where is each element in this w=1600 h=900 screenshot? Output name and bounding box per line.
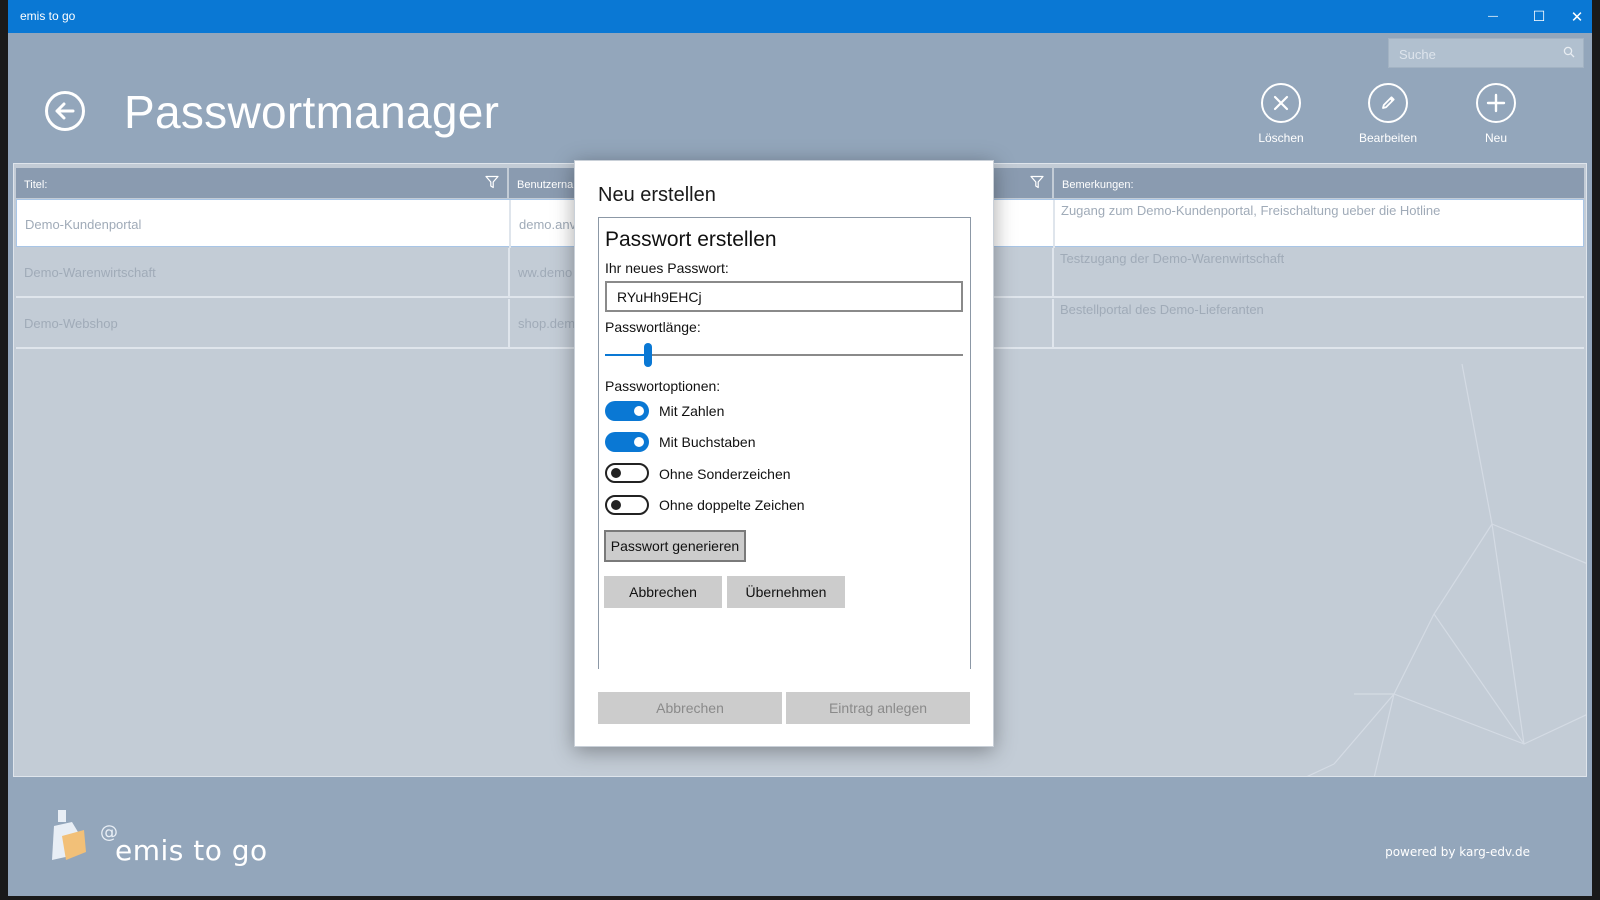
- pencil-icon: [1368, 83, 1408, 123]
- brand-name: emis to go: [115, 834, 268, 867]
- header: Passwortmanager Löschen Bearbeiten Neu: [8, 33, 1592, 163]
- column-header-remarks-label: Bemerkungen:: [1062, 179, 1134, 191]
- powered-by-text: powered by karg-edv.de: [1385, 845, 1530, 859]
- cell-title: Demo-Webshop: [16, 299, 510, 347]
- inner-cancel-button[interactable]: Abbrechen: [604, 576, 722, 608]
- column-header-username-label: Benutzerna: [517, 179, 574, 191]
- password-field[interactable]: [605, 281, 963, 312]
- background-decoration: [1306, 364, 1586, 776]
- slider-fill: [605, 354, 648, 356]
- password-input[interactable]: [607, 283, 961, 310]
- cell-remarks: Zugang zum Demo-Kundenportal, Freischalt…: [1061, 203, 1441, 218]
- toggle-label: Ohne doppelte Zeichen: [659, 497, 805, 513]
- toggle-label: Mit Zahlen: [659, 403, 725, 419]
- toggle-label: Mit Buchstaben: [659, 434, 756, 450]
- password-length-slider[interactable]: [605, 343, 963, 367]
- password-generator-panel: Passwort erstellen Ihr neues Passwort: P…: [598, 217, 971, 669]
- minimize-icon: —: [1488, 11, 1498, 22]
- slider-thumb[interactable]: [643, 343, 652, 367]
- toggle-mit-zahlen[interactable]: [605, 401, 649, 421]
- cancel-button[interactable]: Abbrechen: [598, 692, 782, 724]
- slider-track: [605, 354, 963, 356]
- plus-icon: [1476, 83, 1516, 123]
- apply-button[interactable]: Übernehmen: [727, 576, 845, 608]
- column-header-title-label: Titel:: [24, 179, 48, 191]
- window-title: emis to go: [20, 9, 76, 23]
- cell-remarks: Bestellportal des Demo-Lieferanten: [1060, 302, 1264, 317]
- toggle-ohne-sonderzeichen[interactable]: [605, 463, 649, 483]
- close-icon: ✕: [1570, 8, 1584, 26]
- search-icon: [1563, 46, 1575, 58]
- search-box[interactable]: [1388, 38, 1584, 69]
- maximize-icon: ☐: [1532, 8, 1546, 24]
- new-label: Neu: [1484, 131, 1507, 145]
- generate-password-button[interactable]: Passwort generieren: [604, 530, 746, 562]
- delete-button[interactable]: Löschen: [1236, 83, 1326, 145]
- delete-label: Löschen: [1258, 131, 1304, 145]
- filter-icon[interactable]: [485, 175, 499, 189]
- length-label: Passwortlänge:: [605, 319, 701, 335]
- create-entry-button[interactable]: Eintrag anlegen: [786, 692, 970, 724]
- close-window-button[interactable]: ✕: [1562, 0, 1592, 33]
- cell-title: Demo-Kundenportal: [17, 200, 511, 248]
- column-header-remarks[interactable]: Bemerkungen:: [1054, 168, 1584, 198]
- toggle-label: Ohne Sonderzeichen: [659, 466, 791, 482]
- cell-remarks: Testzugang der Demo-Warenwirtschaft: [1060, 251, 1285, 266]
- new-entry-dialog: Neu erstellen Passwort erstellen Ihr neu…: [574, 160, 994, 747]
- filter-icon[interactable]: [1030, 175, 1044, 189]
- minimize-button[interactable]: —: [1470, 0, 1516, 33]
- toggle-mit-buchstaben[interactable]: [605, 432, 649, 452]
- maximize-button[interactable]: ☐: [1516, 0, 1562, 33]
- column-header-title[interactable]: Titel:: [16, 168, 507, 198]
- dialog-title: Neu erstellen: [598, 184, 716, 206]
- arrow-left-icon: [55, 102, 75, 120]
- new-button[interactable]: Neu: [1451, 83, 1541, 145]
- title-bar: emis to go — ☐ ✕: [8, 0, 1592, 33]
- search-input[interactable]: [1389, 39, 1561, 69]
- footer: @ emis to go powered by karg-edv.de: [8, 796, 1592, 896]
- password-label: Ihr neues Passwort:: [605, 260, 729, 276]
- section-title: Passwort erstellen: [605, 228, 777, 251]
- edit-label: Bearbeiten: [1358, 131, 1418, 145]
- page-title: Passwortmanager: [124, 86, 500, 138]
- back-button[interactable]: [45, 91, 85, 131]
- edit-button[interactable]: Bearbeiten: [1343, 83, 1433, 145]
- cell-title: Demo-Warenwirtschaft: [16, 248, 510, 296]
- toggle-ohne-doppelte-zeichen[interactable]: [605, 495, 649, 515]
- close-circle-icon: [1261, 83, 1301, 123]
- options-label: Passwortoptionen:: [605, 378, 721, 394]
